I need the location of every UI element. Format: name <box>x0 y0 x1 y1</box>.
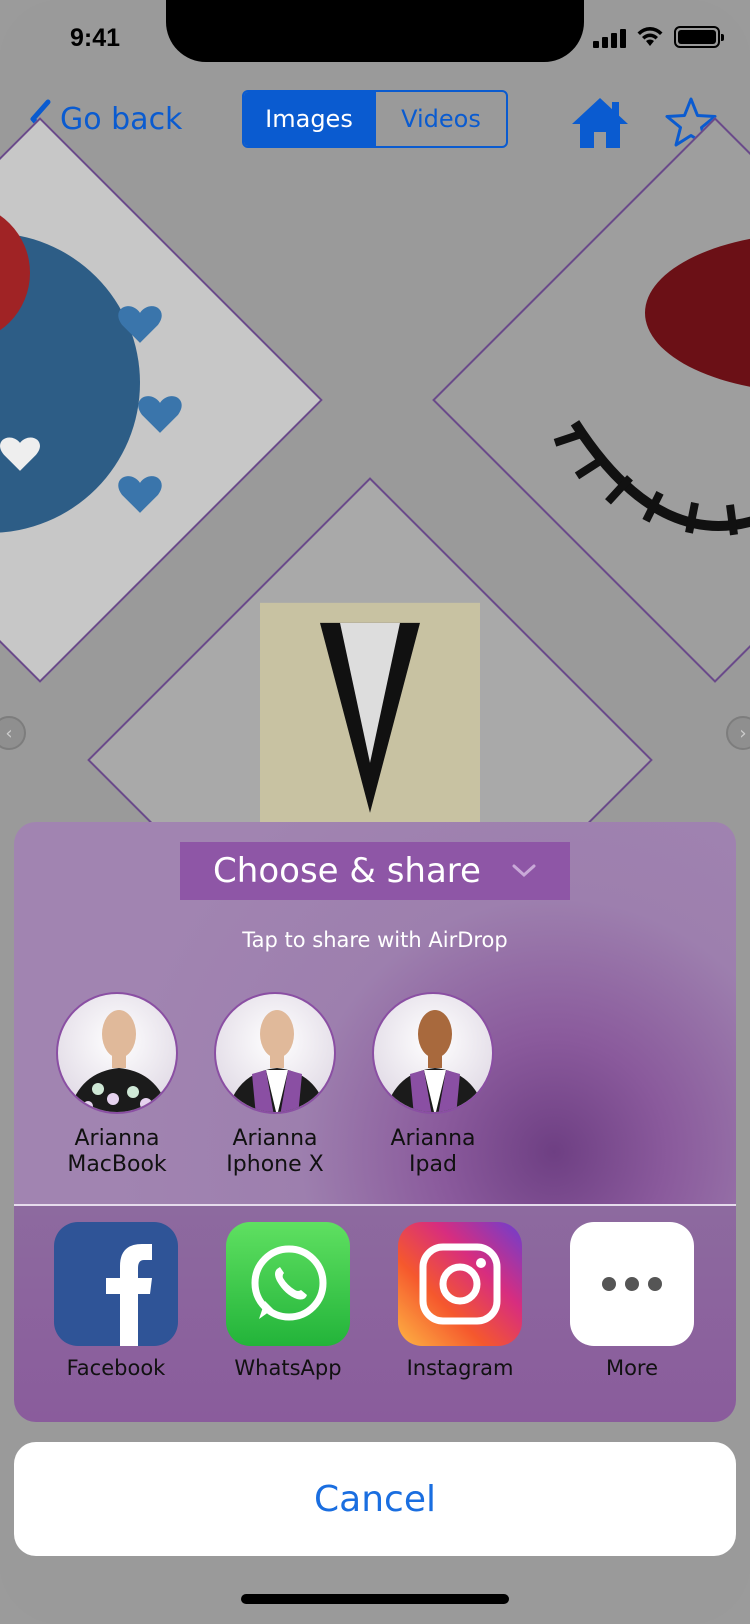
signal-icon <box>593 28 626 48</box>
contact-device: Iphone X <box>226 1152 324 1177</box>
back-label: Go back <box>60 101 183 137</box>
status-icons <box>593 26 724 48</box>
facebook-icon <box>54 1222 178 1346</box>
contact-owner: Arianna <box>232 1126 318 1151</box>
share-facebook-button[interactable]: Facebook <box>41 1222 191 1380</box>
airdrop-contact-macbook[interactable]: Arianna MacBook <box>42 992 192 1178</box>
avatar <box>214 992 336 1114</box>
contact-name: Arianna Iphone X <box>200 1126 350 1178</box>
choose-share-label: Choose & share <box>213 851 481 891</box>
cancel-button[interactable]: Cancel <box>14 1442 736 1556</box>
choose-share-dropdown[interactable]: Choose & share <box>180 842 570 900</box>
contact-device: Ipad <box>409 1152 457 1177</box>
app-label: Facebook <box>66 1356 166 1380</box>
avatar <box>372 992 494 1114</box>
share-divider <box>14 1204 736 1206</box>
tab-images[interactable]: Images <box>244 92 374 146</box>
contact-name: Arianna Ipad <box>358 1126 508 1178</box>
instagram-icon <box>398 1222 522 1346</box>
person-avatar-icon <box>385 1010 485 1112</box>
share-instagram-button[interactable]: Instagram <box>385 1222 535 1380</box>
contact-device: MacBook <box>67 1152 167 1177</box>
airdrop-contact-ipad[interactable]: Arianna Ipad <box>358 992 508 1178</box>
media-segmented-control: Images Videos <box>242 90 508 148</box>
contact-name: Arianna MacBook <box>42 1126 192 1178</box>
share-more-button[interactable]: More <box>557 1222 707 1380</box>
tab-videos[interactable]: Videos <box>376 92 506 146</box>
wifi-icon <box>637 27 663 46</box>
chevron-down-icon <box>512 864 536 878</box>
status-time: 9:41 <box>70 24 121 52</box>
notch <box>166 0 584 62</box>
home-indicator <box>241 1594 509 1604</box>
previous-arrow-button[interactable]: ‹ <box>0 716 26 750</box>
airdrop-contact-iphone[interactable]: Arianna Iphone X <box>200 992 350 1178</box>
contact-owner: Arianna <box>390 1126 476 1151</box>
home-icon[interactable] <box>570 96 630 150</box>
next-arrow-button[interactable]: › <box>726 716 750 750</box>
share-whatsapp-button[interactable]: WhatsApp <box>213 1222 363 1380</box>
whatsapp-icon <box>226 1222 350 1346</box>
avatar <box>56 992 178 1114</box>
share-sheet: Choose & share Tap to share with AirDrop… <box>14 822 736 1422</box>
app-label: Instagram <box>406 1356 514 1380</box>
person-avatar-icon <box>69 1010 169 1112</box>
app-label: WhatsApp <box>234 1356 342 1380</box>
airdrop-hint: Tap to share with AirDrop <box>242 928 508 952</box>
nav-bar: Go back Images Videos <box>0 88 750 150</box>
more-icon <box>570 1222 694 1346</box>
person-avatar-icon <box>227 1010 327 1112</box>
contact-owner: Arianna <box>74 1126 160 1151</box>
app-screen: 9:41 Go back Images Videos ‹ › Choose & … <box>0 0 750 1624</box>
app-label: More <box>605 1356 659 1380</box>
battery-icon <box>674 26 724 48</box>
